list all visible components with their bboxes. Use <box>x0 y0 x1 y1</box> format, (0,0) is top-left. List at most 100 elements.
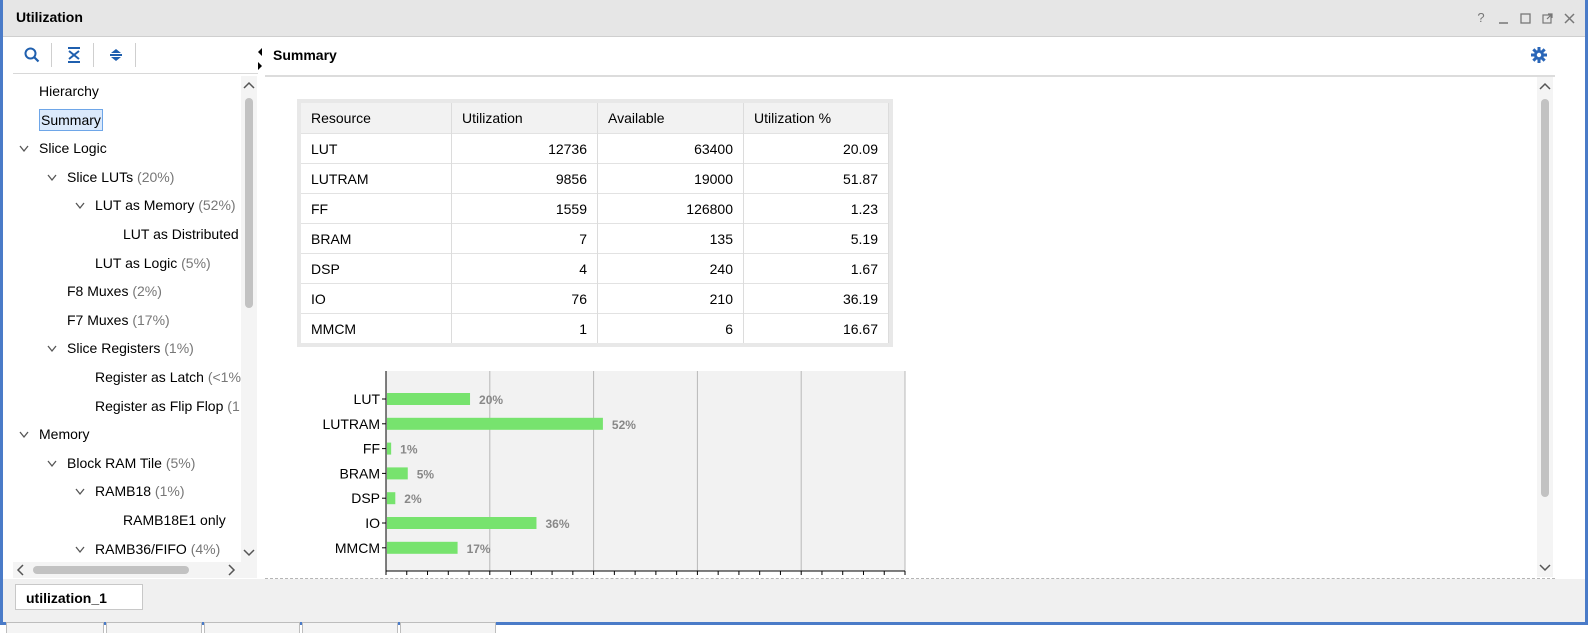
chevron-down-icon[interactable] <box>73 193 87 221</box>
table-cell: 19000 <box>597 163 744 194</box>
category-label: DSP <box>351 490 380 506</box>
category-label: MMCM <box>335 540 380 556</box>
panel-splitter-arrows[interactable] <box>256 46 264 74</box>
scroll-down-icon[interactable] <box>243 548 255 560</box>
scrollbar-thumb[interactable] <box>1541 99 1549 497</box>
outer-tab[interactable] <box>204 622 300 633</box>
outer-tab[interactable] <box>106 622 202 633</box>
tree-item[interactable]: F7 Muxes (17%) <box>67 306 170 334</box>
data-label: 2% <box>404 492 422 506</box>
column-header[interactable]: Available <box>597 103 744 134</box>
table-row[interactable]: FF 1559 126800 1.23 <box>301 193 889 224</box>
tree-item[interactable]: LUT as Logic (5%) <box>95 249 211 277</box>
tree-item-percent: (2%) <box>132 283 162 300</box>
category-label: FF <box>363 441 380 457</box>
tree-item-label: LUT as Logic <box>95 254 178 271</box>
scrollbar-thumb[interactable] <box>33 566 189 574</box>
tree-item-percent: (52%) <box>198 197 236 214</box>
outer-tab[interactable] <box>302 622 398 633</box>
table-row[interactable]: LUTRAM 9856 19000 51.87 <box>301 163 889 194</box>
chevron-down-icon[interactable] <box>73 537 87 562</box>
tree-item[interactable]: Slice Logic <box>17 134 107 162</box>
bar-chart-svg: LUT 20% LUTRAM 52% FF 1% BRAM 5% DSP 2% IO 36% MMCM 1… <box>322 371 906 577</box>
chevron-down-icon[interactable] <box>45 451 59 479</box>
content-vertical-scrollbar[interactable] <box>1537 77 1553 577</box>
tree-item-percent: (17%) <box>132 311 170 328</box>
tree-item[interactable]: LUT as Memory (52%) <box>73 191 236 219</box>
expand-all-icon[interactable] <box>107 46 125 64</box>
tree-item[interactable]: LUT as Distributed <box>123 220 239 248</box>
tree-item[interactable]: RAMB18E1 only <box>123 506 226 534</box>
scroll-left-icon[interactable] <box>15 564 25 578</box>
table-row[interactable]: DSP 4 240 1.67 <box>301 253 889 284</box>
tab-utilization-1[interactable]: utilization_1 <box>15 584 143 610</box>
table-cell: 9856 <box>451 163 598 194</box>
tree-item-label: RAMB18E1 only <box>123 512 226 528</box>
summary-content: Resource Utilization Available Utilizati… <box>265 77 1537 577</box>
utilization-window: Utilization ? Summary Hierarchy Summary … <box>0 0 1588 625</box>
tree-item-percent: (1%) <box>164 340 194 357</box>
table-header-row: Resource Utilization Available Utilizati… <box>301 103 889 134</box>
chevron-down-icon[interactable] <box>73 479 87 507</box>
tree-item[interactable]: Hierarchy <box>39 77 99 105</box>
float-icon[interactable] <box>1541 12 1553 24</box>
toolbar-divider <box>93 43 94 67</box>
column-header[interactable]: Utilization <box>451 103 598 134</box>
tree-item-label: Summary <box>39 108 103 131</box>
search-icon[interactable] <box>23 46 41 64</box>
category-label: LUT <box>354 391 381 407</box>
collapse-all-icon[interactable] <box>65 46 83 64</box>
tree-item-percent: (1%) <box>154 483 185 500</box>
scroll-up-icon[interactable] <box>243 80 255 92</box>
close-icon[interactable] <box>1563 12 1575 24</box>
tree-item[interactable]: Memory <box>17 420 90 448</box>
table-row[interactable]: IO 76 210 36.19 <box>301 283 889 314</box>
table-row[interactable]: BRAM 7 135 5.19 <box>301 223 889 254</box>
chevron-down-icon[interactable] <box>17 422 31 450</box>
tree-item-label: Slice Registers <box>67 340 161 357</box>
toolbar-divider <box>51 43 52 67</box>
help-icon[interactable]: ? <box>1475 11 1487 24</box>
tree-item-label: RAMB36/FIFO <box>95 540 187 557</box>
bar <box>387 467 408 480</box>
table-cell: 1559 <box>451 193 598 224</box>
tree-item[interactable]: Register as Latch (<1% <box>95 363 241 391</box>
chevron-down-icon[interactable] <box>17 136 31 164</box>
tree-item[interactable]: Slice Registers (1%) <box>45 334 194 362</box>
scroll-right-icon[interactable] <box>227 564 237 578</box>
chevron-down-icon[interactable] <box>45 165 59 193</box>
column-header[interactable]: Utilization % <box>743 103 889 134</box>
maximize-icon[interactable] <box>1519 12 1531 24</box>
outer-tab[interactable] <box>400 622 496 633</box>
window-title: Utilization <box>16 9 83 25</box>
table-cell: 36.19 <box>743 283 889 314</box>
chevron-down-icon[interactable] <box>45 336 59 364</box>
tree-item-label: F7 Muxes <box>67 311 129 328</box>
scroll-up-icon[interactable] <box>1539 81 1551 93</box>
scrollbar-thumb[interactable] <box>245 98 253 308</box>
table-cell: 126800 <box>597 193 744 224</box>
gear-icon[interactable] <box>1531 47 1547 63</box>
column-header[interactable]: Resource <box>301 103 452 134</box>
scroll-down-icon[interactable] <box>1539 563 1551 575</box>
utilization-table: Resource Utilization Available Utilizati… <box>301 103 889 343</box>
bar <box>387 393 471 405</box>
tree-item[interactable]: RAMB18 (1%) <box>73 477 184 505</box>
tree-vertical-scrollbar[interactable] <box>241 76 257 562</box>
table-row[interactable]: LUT 12736 63400 20.09 <box>301 133 889 164</box>
tree-item[interactable]: Register as Flip Flop (1 <box>95 392 240 420</box>
tree-item[interactable]: Slice LUTs (20%) <box>45 163 174 191</box>
table-cell: 20.09 <box>743 133 889 164</box>
tree-item[interactable]: RAMB36/FIFO (4%) <box>73 535 220 562</box>
tree-item[interactable]: F8 Muxes (2%) <box>67 277 162 305</box>
toolbar-divider <box>135 43 136 67</box>
tree-horizontal-scrollbar[interactable] <box>13 562 257 578</box>
table-cell: DSP <box>301 253 452 284</box>
minimize-icon[interactable] <box>1497 12 1509 24</box>
table-row[interactable]: MMCM 1 6 16.67 <box>301 313 889 343</box>
tree-item[interactable]: Summary <box>39 106 103 134</box>
table-cell: 12736 <box>451 133 598 164</box>
outer-tab[interactable] <box>6 622 104 633</box>
table-cell: 1 <box>451 313 598 343</box>
tree-item[interactable]: Block RAM Tile (5%) <box>45 449 195 477</box>
